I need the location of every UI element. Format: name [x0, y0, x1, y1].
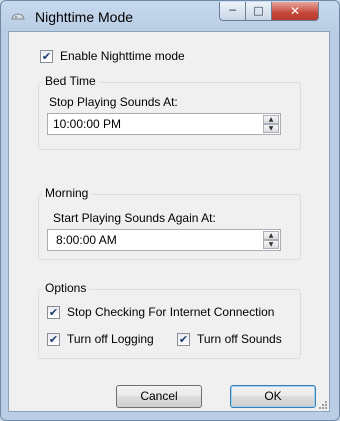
resize-grip-icon[interactable] — [317, 399, 327, 409]
spin-up-icon[interactable]: ▲ — [263, 231, 279, 240]
dialog-body: ✔ Enable Nighttime mode Bed Time Stop Pl… — [8, 31, 330, 412]
stop-checking-checkbox[interactable]: ✔ — [47, 306, 60, 319]
start-time-spinner[interactable]: ▲ ▼ — [263, 231, 279, 249]
stop-time-field[interactable]: 10:00:00 PM ▲ ▼ — [47, 113, 281, 135]
morning-group-label: Morning — [42, 186, 92, 200]
window-title: Nighttime Mode — [35, 9, 134, 25]
stop-playing-label: Stop Playing Sounds At: — [49, 95, 178, 109]
morning-group: Morning Start Playing Sounds Again At: 8… — [38, 186, 301, 260]
maximize-button[interactable]: □ — [246, 2, 272, 21]
stop-time-spinner[interactable]: ▲ ▼ — [263, 115, 279, 133]
spin-down-icon[interactable]: ▼ — [263, 240, 279, 249]
turn-off-logging-checkbox[interactable]: ✔ — [47, 333, 60, 346]
options-group-label: Options — [42, 281, 90, 295]
minimize-button[interactable]: ─ — [219, 2, 246, 21]
enable-nighttime-label: Enable Nighttime mode — [60, 49, 185, 63]
close-button[interactable]: ✕ — [272, 2, 319, 21]
cancel-button[interactable]: Cancel — [116, 385, 202, 408]
stop-checking-label: Stop Checking For Internet Connection — [67, 305, 275, 319]
start-time-value: 8:00:00 AM — [56, 233, 117, 247]
spin-down-icon[interactable]: ▼ — [263, 124, 279, 133]
turn-off-sounds-checkbox[interactable]: ✔ — [177, 333, 190, 346]
bed-time-group-label: Bed Time — [42, 74, 99, 88]
start-playing-label: Start Playing Sounds Again At: — [53, 211, 216, 225]
bed-time-group: Bed Time Stop Playing Sounds At: 10:00:0… — [38, 74, 301, 150]
nighttime-mode-window: Nighttime Mode ─ □ ✕ ✔ Enable Nighttime … — [0, 0, 340, 421]
options-group: Options ✔ Stop Checking For Internet Con… — [38, 281, 301, 359]
stop-time-value: 10:00:00 PM — [53, 117, 122, 131]
title-bar[interactable]: Nighttime Mode ─ □ ✕ — [1, 1, 339, 31]
spin-up-icon[interactable]: ▲ — [263, 115, 279, 124]
app-icon — [11, 13, 25, 20]
enable-nighttime-checkbox[interactable]: ✔ — [40, 50, 53, 63]
ok-button[interactable]: OK — [230, 385, 316, 408]
turn-off-logging-label: Turn off Logging — [67, 332, 154, 346]
start-time-field[interactable]: 8:00:00 AM ▲ ▼ — [47, 229, 281, 251]
turn-off-sounds-label: Turn off Sounds — [197, 332, 282, 346]
